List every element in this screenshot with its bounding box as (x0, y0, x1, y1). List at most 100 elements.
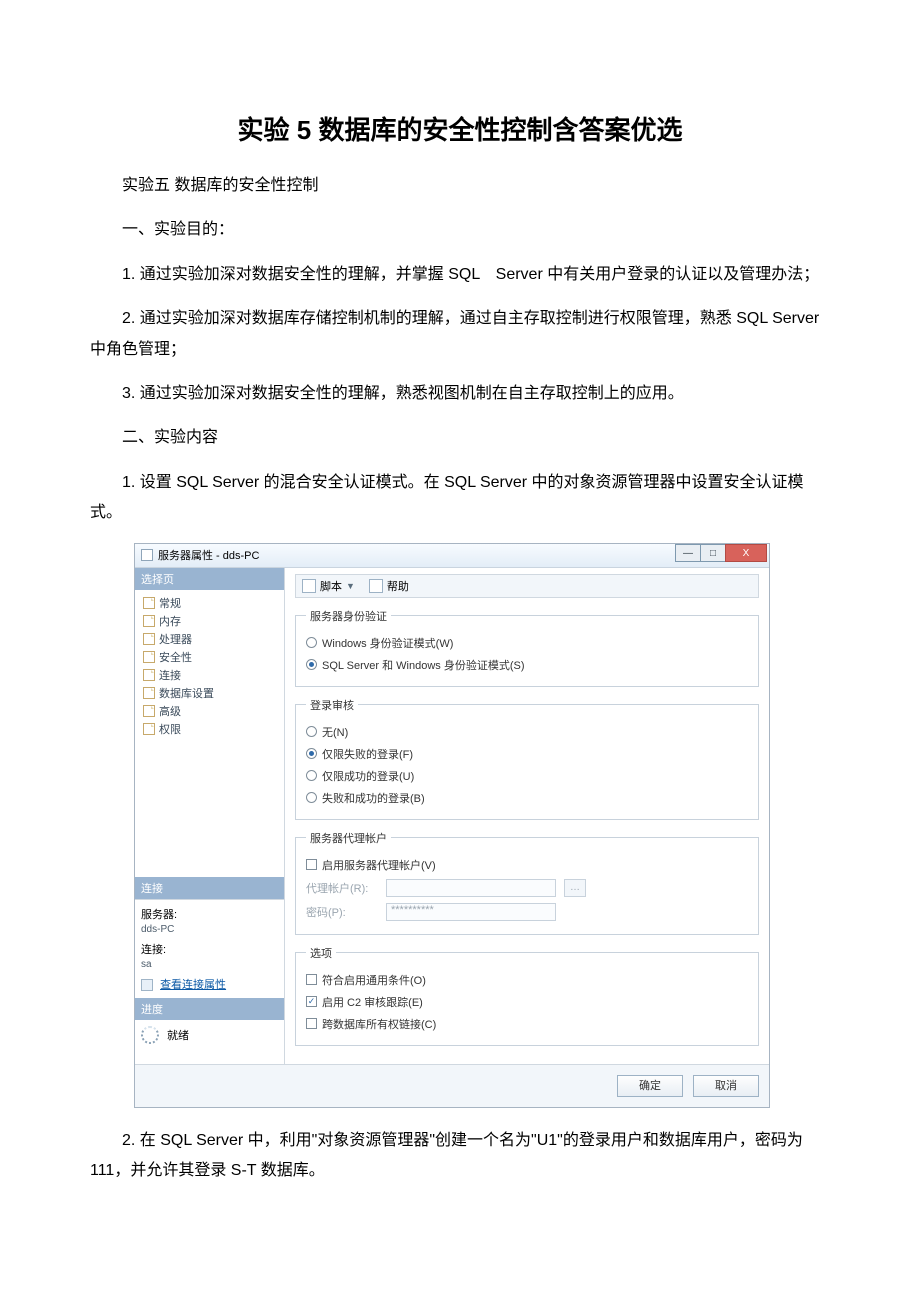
sidebar-item-label: 高级 (159, 703, 181, 719)
checkbox-cross-db-ownership[interactable]: 跨数据库所有权链接(C) (306, 1013, 748, 1035)
server-properties-dialog: 服务器属性 - dds-PC — □ X 选择页 常规 内存 处理器 安全性 连… (134, 543, 770, 1108)
progress-row: 就绪 (135, 1020, 284, 1064)
checkbox-c2-audit[interactable]: 启用 C2 审核跟踪(E) (306, 991, 748, 1013)
window-controls: — □ X (676, 544, 767, 562)
sidebar-item-label: 内存 (159, 613, 181, 629)
group-server-proxy-account: 服务器代理帐户 启用服务器代理帐户(V) 代理帐户(R): … 密码(P): *… (295, 830, 759, 935)
group-server-authentication: 服务器身份验证 Windows 身份验证模式(W) SQL Server 和 W… (295, 608, 759, 687)
sidebar-item-permissions[interactable]: 权限 (141, 720, 280, 738)
radio-icon (306, 637, 317, 648)
checkbox-icon (306, 996, 317, 1007)
paragraph-item-3: 3. 通过实验加深对数据安全性的理解，熟悉视图机制在自主存取控制上的应用。 (90, 379, 830, 409)
radio-icon (306, 770, 317, 781)
sidebar-item-label: 连接 (159, 667, 181, 683)
sidebar-item-general[interactable]: 常规 (141, 594, 280, 612)
group-legend: 选项 (306, 945, 336, 961)
radio-label: 无(N) (322, 724, 348, 740)
radio-audit-both[interactable]: 失败和成功的登录(B) (306, 787, 748, 809)
group-login-auditing: 登录审核 无(N) 仅限失败的登录(F) 仅限成功的登录(U) 失败和成功的登录… (295, 697, 759, 820)
proxy-account-label: 代理帐户(R): (306, 880, 378, 896)
sidebar-page-list: 常规 内存 处理器 安全性 连接 数据库设置 高级 权限 (135, 590, 284, 746)
group-legend: 登录审核 (306, 697, 358, 713)
proxy-password-input: ********** (386, 903, 556, 921)
sidebar-item-security[interactable]: 安全性 (141, 648, 280, 666)
browse-button: … (564, 879, 586, 897)
proxy-password-label: 密码(P): (306, 904, 378, 920)
maximize-button[interactable]: □ (700, 544, 726, 562)
cancel-button[interactable]: 取消 (693, 1075, 759, 1097)
proxy-account-row: 代理帐户(R): … (306, 876, 748, 900)
radio-label: SQL Server 和 Windows 身份验证模式(S) (322, 657, 525, 673)
checkbox-common-criteria[interactable]: 符合启用通用条件(O) (306, 969, 748, 991)
radio-label: 仅限成功的登录(U) (322, 768, 414, 784)
sidebar-item-label: 处理器 (159, 631, 192, 647)
paragraph-subtitle: 实验五 数据库的安全性控制 (90, 171, 830, 201)
sidebar-item-memory[interactable]: 内存 (141, 612, 280, 630)
sidebar-item-label: 常规 (159, 595, 181, 611)
sidebar-item-advanced[interactable]: 高级 (141, 702, 280, 720)
titlebar[interactable]: 服务器属性 - dds-PC — □ X (135, 544, 769, 568)
radio-audit-none[interactable]: 无(N) (306, 721, 748, 743)
view-connection-properties-link[interactable]: 查看连接属性 (160, 979, 226, 991)
paragraph-item-2: 2. 通过实验加深对数据库存储控制机制的理解，通过自主存取控制进行权限管理，熟悉… (90, 304, 830, 365)
script-button[interactable]: 脚本 (320, 578, 342, 594)
checkbox-label: 启用 C2 审核跟踪(E) (322, 994, 423, 1010)
radio-label: 仅限失败的登录(F) (322, 746, 413, 762)
sidebar-item-label: 权限 (159, 721, 181, 737)
checkbox-label: 启用服务器代理帐户(V) (322, 857, 436, 873)
radio-windows-auth[interactable]: Windows 身份验证模式(W) (306, 632, 748, 654)
radio-icon (306, 748, 317, 759)
checkbox-label: 符合启用通用条件(O) (322, 972, 426, 988)
panel-toolbar: 脚本 ▼ 帮助 (295, 574, 759, 598)
paragraph-item-1: 1. 通过实验加深对数据安全性的理解，并掌握 SQL Server 中有关用户登… (90, 260, 830, 290)
main-panel: 脚本 ▼ 帮助 服务器身份验证 Windows 身份验证模式(W) SQL Se… (285, 568, 769, 1064)
checkbox-icon (306, 1018, 317, 1029)
connection-value: sa (141, 959, 278, 970)
radio-label: Windows 身份验证模式(W) (322, 635, 453, 651)
window-title: 服务器属性 - dds-PC (158, 547, 259, 563)
window-icon (141, 549, 153, 561)
sidebar-header-connection: 连接 (135, 877, 284, 899)
page-icon (143, 723, 155, 735)
page-icon (143, 651, 155, 663)
minimize-button[interactable]: — (675, 544, 701, 562)
link-icon (141, 979, 153, 991)
radio-audit-success-only[interactable]: 仅限成功的登录(U) (306, 765, 748, 787)
help-button[interactable]: 帮助 (387, 578, 409, 594)
checkbox-enable-proxy[interactable]: 启用服务器代理帐户(V) (306, 854, 748, 876)
connection-info: 服务器: dds-PC 连接: sa 查看连接属性 (135, 899, 284, 998)
spinner-icon (141, 1026, 159, 1044)
progress-status: 就绪 (167, 1027, 189, 1043)
ok-button[interactable]: 确定 (617, 1075, 683, 1097)
radio-audit-failed-only[interactable]: 仅限失败的登录(F) (306, 743, 748, 765)
dialog-footer: 确定 取消 (135, 1064, 769, 1107)
sidebar-item-processors[interactable]: 处理器 (141, 630, 280, 648)
sidebar-item-label: 数据库设置 (159, 685, 214, 701)
radio-label: 失败和成功的登录(B) (322, 790, 425, 806)
close-button[interactable]: X (725, 544, 767, 562)
sidebar: 选择页 常规 内存 处理器 安全性 连接 数据库设置 高级 权限 连接 服务器:… (135, 568, 285, 1064)
checkbox-label: 跨数据库所有权链接(C) (322, 1016, 436, 1032)
page-icon (143, 597, 155, 609)
sidebar-header-progress: 进度 (135, 998, 284, 1020)
server-value: dds-PC (141, 924, 278, 935)
checkbox-icon (306, 859, 317, 870)
group-legend: 服务器代理帐户 (306, 830, 391, 846)
help-icon (369, 579, 383, 593)
radio-icon (306, 659, 317, 670)
sidebar-header-select-page: 选择页 (135, 568, 284, 590)
proxy-password-row: 密码(P): ********** (306, 900, 748, 924)
dropdown-arrow-icon[interactable]: ▼ (346, 581, 355, 591)
proxy-account-input (386, 879, 556, 897)
radio-sql-windows-auth[interactable]: SQL Server 和 Windows 身份验证模式(S) (306, 654, 748, 676)
paragraph-step-2: 2. 在 SQL Server 中，利用"对象资源管理器"创建一个名为"U1"的… (90, 1126, 830, 1187)
sidebar-item-connections[interactable]: 连接 (141, 666, 280, 684)
page-icon (143, 687, 155, 699)
group-options: 选项 符合启用通用条件(O) 启用 C2 审核跟踪(E) 跨数据库所有权链接(C… (295, 945, 759, 1046)
script-icon (302, 579, 316, 593)
sidebar-item-db-settings[interactable]: 数据库设置 (141, 684, 280, 702)
paragraph-section-1: 一、实验目的： (90, 215, 830, 245)
sidebar-item-label: 安全性 (159, 649, 192, 665)
page-icon (143, 705, 155, 717)
page-icon (143, 633, 155, 645)
